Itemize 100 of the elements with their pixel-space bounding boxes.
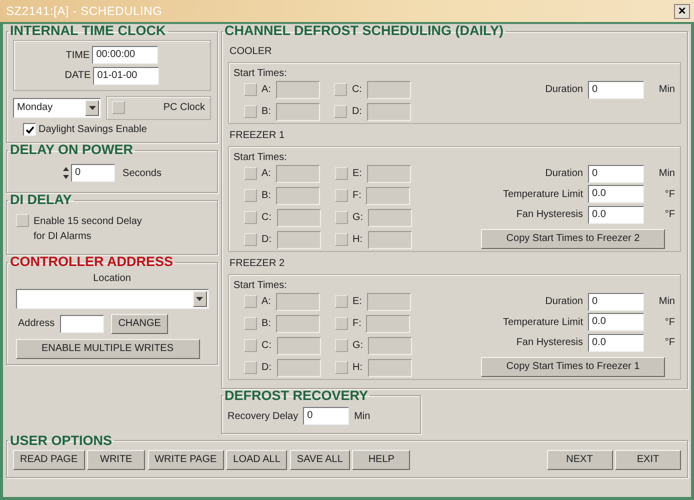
- number-field[interactable]: 0: [588, 80, 644, 98]
- slot-label: F:: [352, 317, 362, 331]
- slot-label: C:: [352, 83, 362, 97]
- field-label: Fan Hysteresis: [516, 336, 583, 350]
- slot-label: B:: [262, 317, 271, 331]
- slot-label: A:: [262, 83, 271, 97]
- field-label: Recovery Delay: [228, 410, 298, 424]
- recovery-field[interactable]: 0: [303, 407, 350, 425]
- unit-label: Min: [658, 295, 675, 309]
- unit-label: °F: [664, 336, 675, 350]
- day-dropdown[interactable]: Monday: [13, 98, 101, 118]
- number-field[interactable]: 0.0: [588, 185, 644, 203]
- slot-label: B:: [262, 189, 271, 203]
- copy-button[interactable]: Copy Start Times to Freezer 2: [481, 228, 665, 248]
- time-slot-field[interactable]: [276, 208, 320, 226]
- slot-label: C:: [262, 211, 272, 225]
- unit-label: °F: [664, 208, 675, 222]
- time-field[interactable]: 00:00:00: [92, 46, 158, 64]
- copy-button[interactable]: Copy Start Times to Freezer 1: [481, 356, 665, 376]
- number-field[interactable]: 0.0: [588, 313, 644, 331]
- group-heading: INTERNAL TIME CLOCK: [9, 24, 167, 38]
- caret-icon[interactable]: [85, 100, 99, 116]
- field-label: Temperature Limit: [502, 188, 583, 202]
- time-slot-field[interactable]: [276, 358, 320, 376]
- time-slot-field[interactable]: [366, 164, 411, 182]
- slot-label: H:: [352, 361, 362, 375]
- location-dropdown[interactable]: [16, 288, 208, 308]
- time-slot-field[interactable]: [366, 102, 411, 120]
- time-slot-field[interactable]: [276, 292, 320, 310]
- field-label: Location: [92, 272, 132, 286]
- change-button[interactable]: CHANGE: [111, 314, 168, 334]
- field-label: Temperature Limit: [502, 316, 583, 330]
- toolbar-button[interactable]: SAVE ALL: [290, 450, 350, 470]
- channel-label: FREEZER 1: [230, 129, 286, 143]
- time-slot-field[interactable]: [276, 186, 320, 204]
- group-heading: USER OPTIONS: [9, 434, 114, 448]
- number-field[interactable]: 0.0: [588, 206, 644, 224]
- time-slot-field[interactable]: [366, 186, 410, 204]
- field-label: Fan Hysteresis: [516, 208, 583, 222]
- slot-label: D:: [352, 105, 362, 119]
- time-slot-field[interactable]: [366, 80, 411, 98]
- slot-label: F:: [352, 189, 362, 203]
- time-slot-field[interactable]: [366, 314, 410, 332]
- close-button[interactable]: ×: [674, 4, 690, 18]
- delay-field[interactable]: 0: [71, 164, 116, 182]
- address-field[interactable]: [60, 314, 104, 332]
- caret-icon[interactable]: [192, 290, 206, 306]
- number-field[interactable]: 0: [588, 164, 644, 182]
- time-slot-field[interactable]: [368, 358, 412, 376]
- time-slot-field[interactable]: [276, 314, 320, 332]
- slot-label: C:: [262, 339, 272, 353]
- time-slot-field[interactable]: [276, 164, 320, 182]
- unit-label: Seconds: [122, 166, 162, 180]
- time-slot-field[interactable]: [276, 230, 320, 248]
- checkbox-label: Daylight Savings Enable: [38, 123, 147, 137]
- nav-button[interactable]: NEXT: [546, 450, 612, 470]
- group-heading: DEFROST RECOVERY: [224, 388, 370, 402]
- field-label: Duration: [545, 295, 583, 309]
- spinner-icon[interactable]: [62, 165, 69, 181]
- date-field[interactable]: 01-01-00: [93, 66, 160, 84]
- slot-label: D:: [262, 361, 272, 375]
- time-slot-field[interactable]: [368, 230, 412, 248]
- toolbar-button[interactable]: WRITE PAGE: [148, 450, 224, 470]
- number-field[interactable]: 0.0: [588, 334, 644, 352]
- field-label: Duration: [545, 167, 583, 181]
- time-slot-field[interactable]: [276, 80, 320, 98]
- slot-label: A:: [262, 295, 271, 309]
- slot-label: B:: [262, 105, 271, 119]
- toolbar-button[interactable]: READ PAGE: [13, 450, 85, 470]
- slot-label: E:: [352, 295, 362, 309]
- time-slot-field[interactable]: [366, 292, 411, 310]
- time-slot-field[interactable]: [276, 102, 320, 120]
- checkbox-label: Enable 15 second Delay for DI Alarms: [34, 215, 143, 244]
- toolbar-button[interactable]: HELP: [352, 450, 410, 470]
- unit-label: °F: [664, 188, 675, 202]
- toolbar-button[interactable]: WRITE: [87, 450, 146, 470]
- slot-label: G:: [352, 339, 364, 353]
- enable-writes-button[interactable]: ENABLE MULTIPLE WRITES: [16, 338, 200, 358]
- slot-label: E:: [352, 167, 362, 181]
- time-slot-field[interactable]: [276, 336, 320, 354]
- number-field[interactable]: 0: [588, 292, 644, 310]
- time-slot-field[interactable]: [368, 208, 412, 226]
- field-label: Address: [18, 317, 55, 331]
- field-label: Duration: [545, 83, 583, 97]
- slot-label: A:: [262, 167, 271, 181]
- channel-label: FREEZER 2: [230, 257, 286, 271]
- checkbox[interactable]: [23, 123, 36, 136]
- slot-label: H:: [352, 233, 362, 247]
- start-times-label: Start Times:: [234, 66, 288, 80]
- time-slot-field[interactable]: [368, 336, 412, 354]
- group-heading: DI DELAY: [9, 193, 73, 207]
- field-label: DATE: [64, 69, 91, 83]
- nav-button[interactable]: EXIT: [615, 450, 681, 470]
- unit-label: Min: [658, 167, 675, 181]
- toolbar-button[interactable]: LOAD ALL: [226, 450, 288, 470]
- slot-label: G:: [352, 211, 364, 225]
- window-title: SZ2141:[A] - SCHEDULING: [6, 3, 162, 20]
- start-times-label: Start Times:: [234, 278, 288, 292]
- unit-label: Min: [354, 410, 370, 424]
- group-heading: CHANNEL DEFROST SCHEDULING (DAILY): [224, 24, 505, 38]
